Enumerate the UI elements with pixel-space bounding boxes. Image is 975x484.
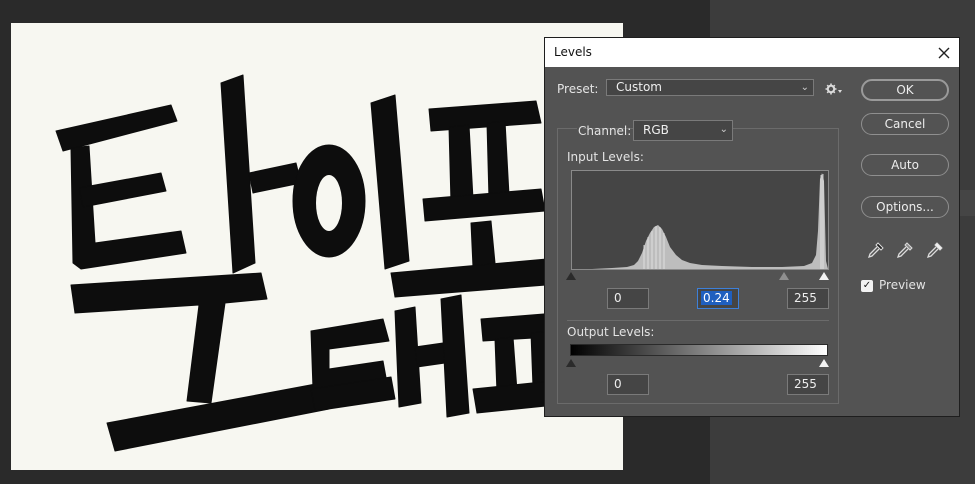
preset-label: Preset: [557,82,599,96]
channel-select[interactable]: RGB ⌄ [633,120,733,141]
brush-calligraphy-artwork [11,23,623,470]
input-midtone-field[interactable]: 0.24 [697,288,739,309]
output-gradient [570,344,828,356]
preview-label[interactable]: Preview [879,278,926,292]
input-white-value: 255 [794,291,817,305]
input-white-slider[interactable] [819,272,829,280]
auto-label: Auto [891,158,919,172]
output-black-slider[interactable] [566,359,576,367]
chevron-down-icon: ⌄ [800,82,809,93]
input-black-value: 0 [614,291,622,305]
gray-eyedropper-icon[interactable] [896,241,914,259]
input-black-slider[interactable] [566,272,576,280]
close-icon[interactable] [929,38,959,67]
gear-icon[interactable] [825,82,845,98]
output-white-field[interactable]: 255 [787,374,829,395]
output-white-value: 255 [794,377,817,391]
ok-button[interactable]: OK [861,79,949,101]
output-black-value: 0 [614,377,622,391]
black-eyedropper-icon[interactable] [867,241,885,259]
cancel-label: Cancel [884,117,926,131]
input-midtone-slider[interactable] [779,272,789,280]
options-button[interactable]: Options... [861,196,949,218]
preset-select[interactable]: Custom ⌄ [606,79,814,96]
white-eyedropper-icon[interactable] [926,241,944,259]
histogram [571,170,829,270]
input-midtone-value: 0.24 [701,291,732,305]
input-white-field[interactable]: 255 [787,288,829,309]
output-black-field[interactable]: 0 [607,374,649,395]
title-bar: Levels [545,38,959,67]
channel-label: Channel: [578,124,632,138]
levels-dialog: Levels Preset: Custom ⌄ Channel: RGB ⌄ I… [544,37,960,417]
channel-value: RGB [643,123,669,137]
output-levels-label: Output Levels: [567,325,655,339]
ok-label: OK [896,83,914,97]
input-black-field[interactable]: 0 [607,288,649,309]
cancel-button[interactable]: Cancel [861,113,949,135]
preview-checkbox[interactable]: ✓ [861,280,873,292]
chevron-down-icon: ⌄ [719,124,728,135]
preset-value: Custom [616,80,662,94]
dialog-title: Levels [554,45,592,59]
options-label: Options... [876,200,934,214]
output-white-slider[interactable] [819,359,829,367]
divider [567,320,829,321]
auto-button[interactable]: Auto [861,154,949,176]
input-levels-label: Input Levels: [567,150,644,164]
document-canvas[interactable] [11,23,623,470]
